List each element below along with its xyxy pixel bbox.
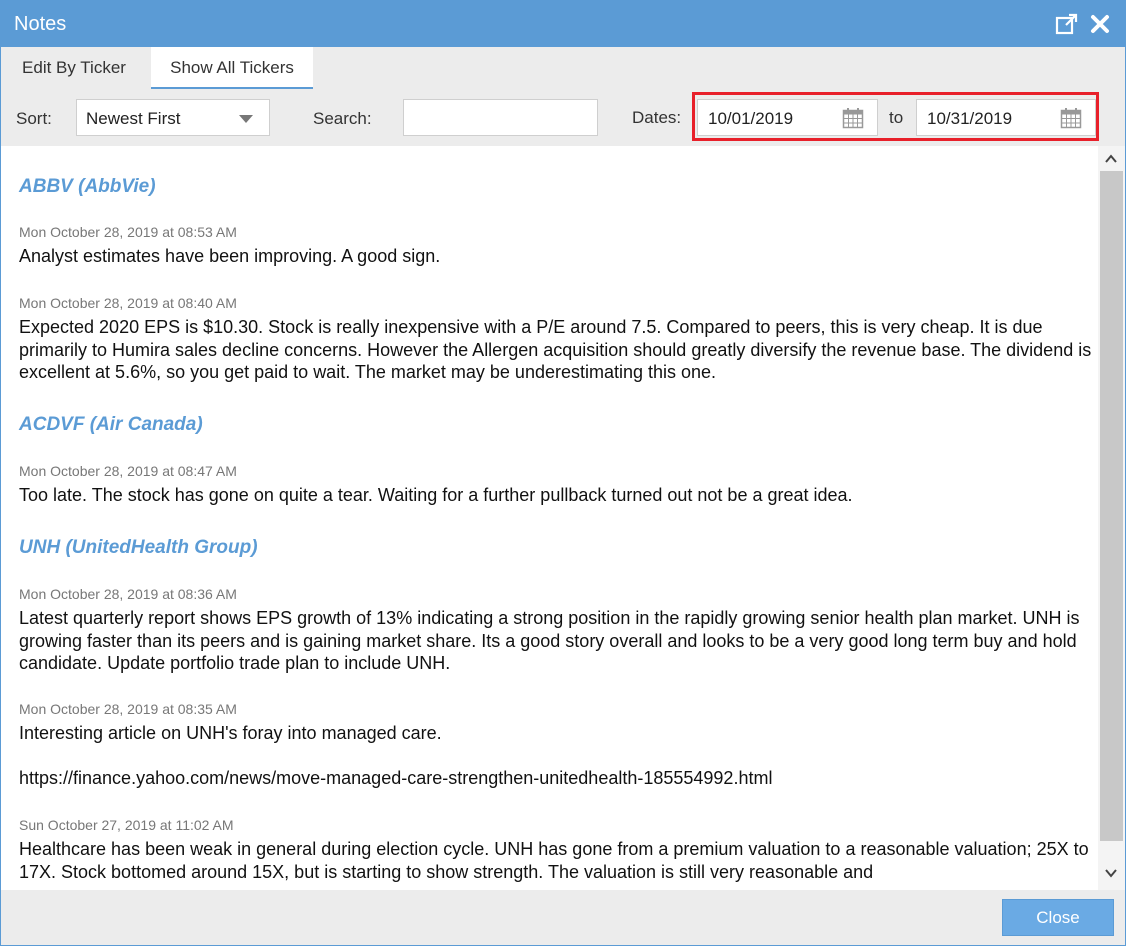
dates-label: Dates: — [632, 108, 682, 127]
date-to-value: 10/31/2019 — [927, 109, 1013, 128]
search-label: Search: — [313, 109, 372, 128]
note-text: Interesting article on UNH's foray into … — [19, 723, 442, 743]
vertical-scrollbar[interactable] — [1098, 146, 1125, 890]
date-from-value: 10/01/2019 — [708, 109, 794, 128]
note-timestamp: Mon October 28, 2019 at 08:47 AM — [19, 463, 237, 479]
notes-list: ABBV (AbbVie) Mon October 28, 2019 at 08… — [1, 146, 1097, 890]
popout-icon[interactable] — [1055, 12, 1079, 36]
sort-label: Sort: — [16, 109, 52, 128]
note-text: Healthcare has been weak in general duri… — [19, 839, 1089, 882]
scroll-down-arrow-icon[interactable] — [1103, 866, 1119, 880]
note-timestamp: Sun October 27, 2019 at 11:02 AM — [19, 817, 234, 833]
close-x-icon[interactable] — [1089, 13, 1111, 35]
to-label: to — [889, 108, 904, 127]
sort-value: Newest First — [86, 109, 181, 128]
notes-dialog: Notes Edit By Ticker Show All Tickers So… — [0, 0, 1126, 946]
filter-toolbar: Sort: Newest First Search: Dates: 10/01/… — [1, 89, 1125, 146]
note-text: Analyst estimates have been improving. A… — [19, 246, 441, 266]
tab-edit-by-ticker[interactable]: Edit By Ticker — [1, 47, 147, 89]
ticker-heading-abbv[interactable]: ABBV (AbbVie) — [19, 176, 156, 198]
note-text: Too late. The stock has gone on quite a … — [19, 485, 853, 505]
close-button[interactable]: Close — [1002, 899, 1114, 936]
date-range-highlight: 10/01/2019 to 10/31/2019 — [692, 92, 1099, 141]
date-to-field[interactable]: 10/31/2019 — [916, 99, 1096, 136]
tab-bar: Edit By Ticker Show All Tickers — [1, 47, 1125, 89]
calendar-icon[interactable] — [842, 107, 864, 129]
note-link[interactable]: https://finance.yahoo.com/news/move-mana… — [19, 767, 1094, 790]
title-bar: Notes — [1, 1, 1125, 47]
note-timestamp: Mon October 28, 2019 at 08:53 AM — [19, 224, 237, 240]
dialog-title: Notes — [14, 13, 67, 35]
sort-select[interactable]: Newest First — [76, 99, 270, 136]
calendar-icon[interactable] — [1060, 107, 1082, 129]
ticker-heading-unh[interactable]: UNH (UnitedHealth Group) — [19, 537, 258, 559]
note-timestamp: Mon October 28, 2019 at 08:36 AM — [19, 586, 237, 602]
dialog-footer: Close — [1, 890, 1125, 945]
scroll-up-arrow-icon[interactable] — [1103, 152, 1119, 166]
date-from-field[interactable]: 10/01/2019 — [697, 99, 878, 136]
note-text: Latest quarterly report shows EPS growth… — [19, 608, 1080, 673]
note-timestamp: Mon October 28, 2019 at 08:40 AM — [19, 295, 237, 311]
note-timestamp: Mon October 28, 2019 at 08:35 AM — [19, 701, 237, 717]
scroll-thumb[interactable] — [1100, 171, 1123, 841]
chevron-down-icon — [239, 115, 253, 123]
search-input[interactable] — [403, 99, 598, 136]
ticker-heading-acdvf[interactable]: ACDVF (Air Canada) — [19, 414, 203, 436]
tab-show-all-tickers[interactable]: Show All Tickers — [151, 47, 313, 89]
note-text: Expected 2020 EPS is $10.30. Stock is re… — [19, 317, 1092, 382]
